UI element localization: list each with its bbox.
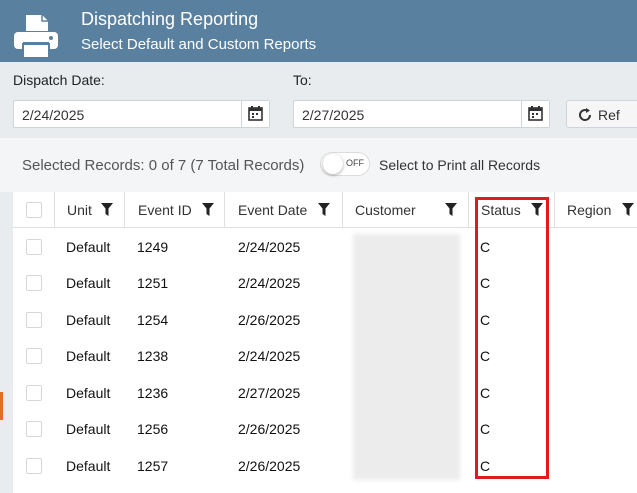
to-date-label: To: bbox=[293, 72, 312, 88]
status-column-highlight bbox=[475, 197, 549, 479]
cell-unit: Default bbox=[66, 275, 111, 291]
cell-event-id: 1257 bbox=[137, 458, 169, 474]
cell-event-id: 1251 bbox=[137, 275, 169, 291]
column-header-event-id[interactable]: Event ID bbox=[124, 192, 224, 228]
cell-event-id: 1236 bbox=[137, 385, 169, 401]
to-date-field[interactable]: 2/27/2025 bbox=[293, 100, 550, 128]
filter-icon[interactable] bbox=[445, 203, 457, 216]
side-accent-marker bbox=[0, 392, 3, 420]
cell-event-date: 2/24/2025 bbox=[238, 239, 301, 255]
dispatch-date-label: Dispatch Date: bbox=[13, 72, 105, 88]
column-label: Event Date bbox=[238, 202, 308, 218]
row-checkbox[interactable] bbox=[26, 239, 42, 255]
row-checkbox[interactable] bbox=[26, 348, 42, 364]
refresh-button[interactable]: Ref bbox=[566, 100, 637, 128]
toggle-state-label: OFF bbox=[346, 158, 364, 168]
cell-event-id: 1254 bbox=[137, 312, 169, 328]
row-checkbox[interactable] bbox=[26, 275, 42, 291]
cell-unit: Default bbox=[66, 348, 111, 364]
cell-event-date: 2/26/2025 bbox=[238, 312, 301, 328]
column-label: Region bbox=[567, 202, 612, 218]
column-header-region[interactable]: Region bbox=[554, 192, 637, 228]
cell-event-id: 1249 bbox=[137, 239, 169, 255]
cell-event-date: 2/26/2025 bbox=[238, 458, 301, 474]
calendar-icon bbox=[528, 106, 543, 121]
column-header-event-date[interactable]: Event Date bbox=[224, 192, 342, 228]
column-header-unit[interactable]: Unit bbox=[54, 192, 124, 228]
page-subtitle: Select Default and Custom Reports bbox=[81, 36, 317, 53]
selection-bar: Selected Records: 0 of 7 (7 Total Record… bbox=[0, 138, 637, 192]
filter-icon[interactable] bbox=[622, 203, 634, 216]
to-date-calendar-button[interactable] bbox=[521, 101, 549, 127]
page-title: Dispatching Reporting bbox=[81, 9, 259, 29]
app-header: Dispatching Reporting Select Default and… bbox=[0, 0, 637, 62]
column-header-customer[interactable]: Customer bbox=[342, 192, 468, 228]
cell-unit: Default bbox=[66, 239, 111, 255]
cell-unit: Default bbox=[66, 385, 111, 401]
filter-icon[interactable] bbox=[101, 203, 113, 216]
to-date-value: 2/27/2025 bbox=[302, 107, 365, 123]
toggle-knob bbox=[323, 154, 343, 174]
column-label: Customer bbox=[355, 202, 416, 218]
cell-event-date: 2/24/2025 bbox=[238, 348, 301, 364]
row-checkbox[interactable] bbox=[26, 421, 42, 437]
cell-unit: Default bbox=[66, 421, 111, 437]
dispatch-reporting-app: Dispatching Reporting Select Default and… bbox=[0, 0, 637, 493]
print-all-label: Select to Print all Records bbox=[379, 157, 541, 173]
cell-event-id: 1256 bbox=[137, 421, 169, 437]
dispatch-date-value: 2/24/2025 bbox=[22, 107, 85, 123]
select-all-checkbox[interactable] bbox=[26, 202, 42, 218]
cell-event-id: 1238 bbox=[137, 348, 169, 364]
selected-records-text: Selected Records: 0 of 7 (7 Total Record… bbox=[22, 157, 305, 174]
refresh-icon bbox=[579, 108, 592, 121]
cell-event-date: 2/24/2025 bbox=[238, 275, 301, 291]
row-checkbox[interactable] bbox=[26, 312, 42, 328]
cell-event-date: 2/26/2025 bbox=[238, 421, 301, 437]
row-checkbox[interactable] bbox=[26, 458, 42, 474]
print-all-toggle[interactable]: OFF bbox=[320, 152, 370, 176]
filter-icon[interactable] bbox=[202, 203, 214, 216]
dispatch-date-field[interactable]: 2/24/2025 bbox=[13, 100, 270, 128]
column-label: Unit bbox=[67, 202, 92, 218]
cell-unit: Default bbox=[66, 458, 111, 474]
calendar-icon bbox=[248, 106, 263, 121]
dispatch-date-calendar-button[interactable] bbox=[241, 101, 269, 127]
cell-unit: Default bbox=[66, 312, 111, 328]
redacted-customer-column bbox=[353, 234, 460, 480]
printer-icon bbox=[14, 15, 58, 59]
column-label: Event ID bbox=[138, 202, 192, 218]
cell-event-date: 2/27/2025 bbox=[238, 385, 301, 401]
refresh-label: Ref bbox=[598, 107, 620, 123]
row-checkbox[interactable] bbox=[26, 385, 42, 401]
filter-icon[interactable] bbox=[318, 203, 330, 216]
